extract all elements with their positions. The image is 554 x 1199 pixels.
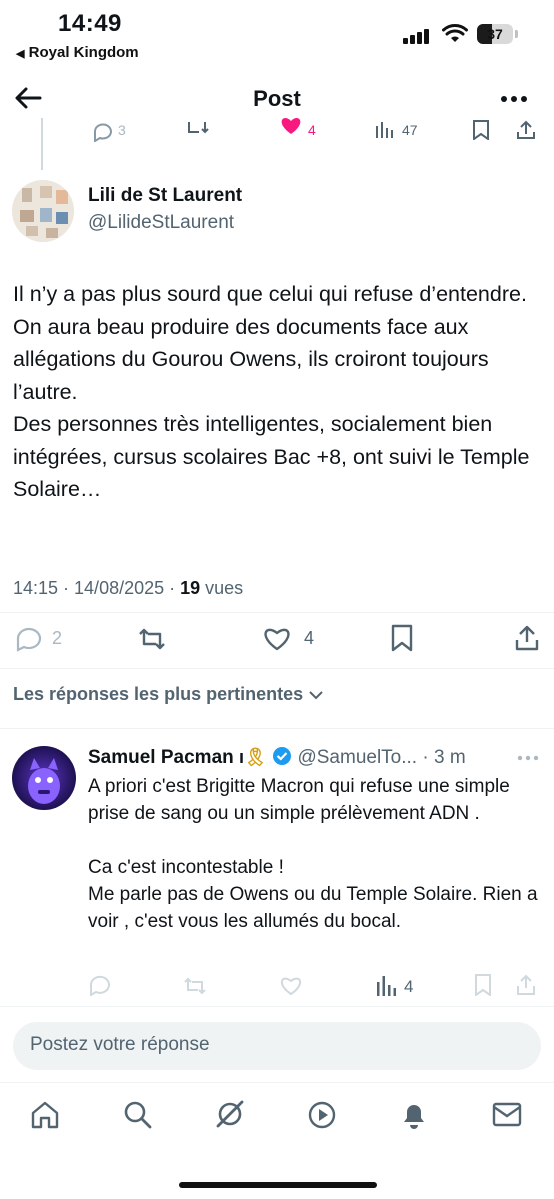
- reply-icon[interactable]: [14, 626, 42, 652]
- wifi-icon: [442, 24, 468, 44]
- author-name[interactable]: Lili de St Laurent: [88, 185, 242, 207]
- share-icon[interactable]: [516, 974, 536, 996]
- battery-indicator: 37: [477, 24, 518, 44]
- reply-author-suffix: ı🎗: [239, 747, 267, 767]
- search-icon[interactable]: [123, 1100, 153, 1130]
- divider: [0, 1006, 554, 1007]
- thread-connector-line: [41, 118, 43, 170]
- tweet-text: Il n’y a pas plus sourd que celui qui re…: [13, 282, 530, 501]
- bookmark-icon[interactable]: [472, 120, 490, 140]
- notifications-bell-icon[interactable]: [399, 1099, 429, 1131]
- carrier-label: Royal Kingdom: [28, 44, 139, 61]
- status-time: 14:49: [58, 10, 122, 37]
- more-options-icon[interactable]: [500, 95, 528, 103]
- divider: [0, 612, 554, 613]
- like-heart-icon[interactable]: [262, 626, 292, 652]
- bookmark-icon[interactable]: [474, 974, 492, 996]
- like-heart-icon[interactable]: [279, 975, 303, 997]
- verified-badge-icon: [272, 746, 292, 766]
- reply-icon[interactable]: [88, 974, 112, 996]
- reply-view-count: 4: [404, 977, 414, 996]
- views-icon: [377, 976, 397, 996]
- home-icon[interactable]: [30, 1100, 60, 1130]
- reply-icon[interactable]: [92, 122, 114, 142]
- views-icon: [376, 122, 396, 138]
- liked-heart-icon[interactable]: [280, 116, 302, 136]
- divider: [0, 1082, 554, 1083]
- reply-time: · 3 m: [422, 747, 466, 768]
- signal-icon: [403, 28, 431, 44]
- ribbon-icon: 🎗: [244, 747, 267, 767]
- tweet-views-label: vues: [200, 578, 244, 598]
- reply-text: A priori c'est Brigitte Macron qui refus…: [88, 776, 538, 932]
- reply-more-icon[interactable]: [517, 755, 539, 761]
- replies-sort-label: Les réponses les plus pertinentes: [13, 684, 304, 704]
- prev-like-count: 4: [308, 122, 316, 138]
- divider: [0, 668, 554, 669]
- home-indicator[interactable]: [179, 1182, 377, 1188]
- chevron-down-icon: [308, 690, 324, 700]
- retweet-icon[interactable]: [182, 976, 208, 996]
- retweet-icon[interactable]: [136, 626, 168, 652]
- prev-tweet-actions: 3 4 47: [0, 114, 554, 144]
- bookmark-icon[interactable]: [390, 624, 414, 652]
- replies-sort-dropdown[interactable]: Les réponses les plus pertinentes: [13, 684, 324, 705]
- tweet-view-count: 19: [180, 578, 201, 598]
- author-avatar[interactable]: [12, 180, 74, 242]
- reply-header: Samuel Pacman ı🎗 @SamuelTo... · 3 m: [88, 746, 466, 769]
- reply-composer-placeholder: Postez votre réponse: [30, 1034, 210, 1055]
- reply-author-avatar[interactable]: [12, 746, 76, 810]
- page-title: Post: [253, 86, 301, 111]
- tweet-timestamp: 14:15 · 14/08/2025 ·: [13, 578, 181, 598]
- back-triangle-icon: ◀: [16, 48, 25, 60]
- prev-reply-count: 3: [118, 122, 126, 138]
- video-icon[interactable]: [307, 1100, 337, 1130]
- grok-icon[interactable]: [214, 1098, 246, 1130]
- retweet-icon[interactable]: [185, 122, 209, 138]
- reply-author-handle[interactable]: @SamuelTo...: [297, 747, 417, 768]
- share-icon[interactable]: [514, 624, 540, 652]
- prev-view-count: 47: [402, 122, 418, 138]
- author-handle[interactable]: @LilideStLaurent: [88, 212, 234, 234]
- divider: [0, 728, 554, 729]
- back-to-app-link[interactable]: ◀ Royal Kingdom: [16, 44, 139, 61]
- share-icon[interactable]: [516, 120, 536, 140]
- reply-count: 2: [52, 628, 63, 648]
- like-count: 4: [304, 628, 315, 648]
- messages-envelope-icon[interactable]: [492, 1102, 522, 1128]
- tweet-meta: 14:15 · 14/08/2025 · 19 vues: [13, 578, 243, 599]
- reply-author-name[interactable]: Samuel Pacman: [88, 747, 234, 768]
